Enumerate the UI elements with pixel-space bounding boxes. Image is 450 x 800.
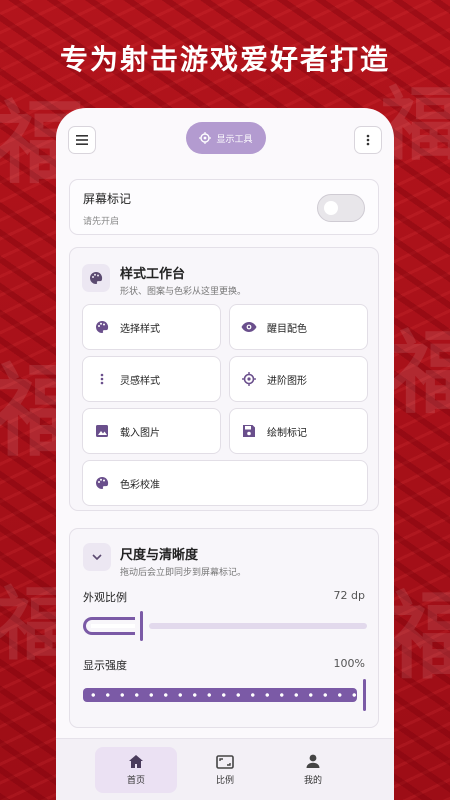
screen-marker-toggle[interactable] xyxy=(317,194,365,222)
dots-vertical-icon xyxy=(94,371,110,387)
person-icon xyxy=(306,754,320,768)
nav-item-ratio[interactable]: 比例 xyxy=(184,747,266,793)
size-slider[interactable] xyxy=(83,611,367,641)
intensity-value: 100% xyxy=(333,657,365,670)
promo-headline: 专为射击游戏爱好者打造 xyxy=(59,43,390,76)
workbench-icon-box xyxy=(82,264,110,292)
tile-label: 醒目配色 xyxy=(267,323,307,335)
tile-vivid-colors[interactable]: 醒目配色 xyxy=(229,304,368,350)
scale-clarity-card: 尺度与清晰度 拖动后会立即同步到屏幕标记。 外观比例 72 dp 显示强度 10… xyxy=(69,528,379,728)
crosshair-icon xyxy=(199,132,212,144)
palette-icon xyxy=(94,475,110,491)
nav-item-profile[interactable]: 我的 xyxy=(272,747,354,793)
tile-draw-marker[interactable]: 绘制标记 xyxy=(229,408,368,454)
tile-color-calibration[interactable]: 色彩校准 xyxy=(82,460,368,506)
top-bar: 显示工具 xyxy=(56,108,394,168)
screen-marker-card: 屏幕标记 请先开启 xyxy=(69,179,379,235)
style-workbench-card: 样式工作台 形状、图案与色彩从这里更换。 选择样式 醒目配色 灵感样式 进阶图形 xyxy=(69,247,379,511)
intensity-slider-thumb[interactable] xyxy=(363,679,366,711)
tile-label: 灵感样式 xyxy=(120,375,160,387)
more-options-button[interactable] xyxy=(354,126,382,154)
tile-load-image[interactable]: 载入图片 xyxy=(82,408,221,454)
tile-label: 绘制标记 xyxy=(267,427,307,439)
menu-button[interactable] xyxy=(68,126,96,154)
display-tool-button[interactable]: 显示工具 xyxy=(186,122,266,154)
size-slider-thumb[interactable] xyxy=(140,611,143,641)
intensity-label: 显示强度 xyxy=(83,659,127,672)
eye-icon xyxy=(241,319,257,335)
save-icon xyxy=(241,423,257,439)
aspect-ratio-icon xyxy=(216,754,234,769)
tile-label: 色彩校准 xyxy=(120,479,160,491)
tile-label: 选择样式 xyxy=(120,323,160,335)
size-label: 外观比例 xyxy=(83,591,127,604)
home-icon xyxy=(129,755,143,768)
nav-label: 比例 xyxy=(215,775,234,786)
chevron-down-icon xyxy=(92,554,102,560)
bottom-navigation: 首页 比例 我的 xyxy=(56,738,394,800)
size-value: 72 dp xyxy=(333,589,365,602)
palette-icon xyxy=(90,271,103,284)
tile-advanced-shapes[interactable]: 进阶图形 xyxy=(229,356,368,402)
nav-label: 我的 xyxy=(303,776,322,786)
intensity-slider[interactable] xyxy=(83,679,367,711)
nav-item-home[interactable]: 首页 xyxy=(95,747,177,793)
scale-title: 尺度与清晰度 xyxy=(120,548,199,563)
screen-marker-title: 屏幕标记 xyxy=(83,192,132,206)
image-icon xyxy=(94,423,110,439)
crosshair-icon xyxy=(241,371,257,387)
collapse-button[interactable] xyxy=(83,543,111,571)
display-tool-label: 显示工具 xyxy=(216,134,253,145)
tile-label: 载入图片 xyxy=(120,427,160,439)
screen-marker-subtitle: 请先开启 xyxy=(83,217,120,227)
tile-label: 进阶图形 xyxy=(267,375,307,387)
app-screen: 显示工具 屏幕标记 请先开启 样式工作台 形状、图案与色彩从这里更换。 选择样式… xyxy=(56,108,394,800)
workbench-subtitle: 形状、图案与色彩从这里更换。 xyxy=(120,287,247,297)
menu-icon xyxy=(76,135,88,145)
tile-inspiration-styles[interactable]: 灵感样式 xyxy=(82,356,221,402)
tile-select-style[interactable]: 选择样式 xyxy=(82,304,221,350)
scale-subtitle: 拖动后会立即同步到屏幕标记。 xyxy=(120,568,247,578)
palette-icon xyxy=(94,319,110,335)
nav-label: 首页 xyxy=(126,776,145,786)
dots-vertical-icon xyxy=(366,134,370,146)
size-slider-track xyxy=(149,623,367,629)
toggle-knob xyxy=(324,201,338,215)
workbench-title: 样式工作台 xyxy=(120,267,186,282)
intensity-slider-fill xyxy=(83,688,357,702)
size-slider-fill-inner xyxy=(91,624,135,628)
